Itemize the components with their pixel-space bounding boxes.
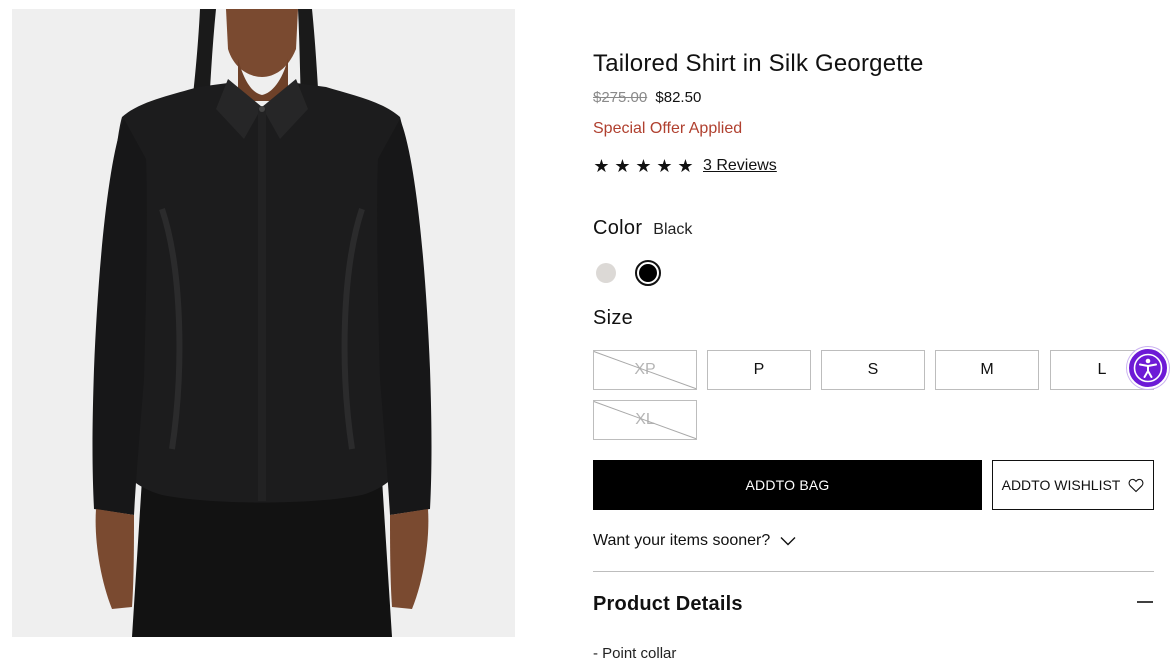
size-option-xp[interactable]: XP xyxy=(593,350,697,390)
price-row: $275.00 $82.50 xyxy=(593,89,701,106)
delivery-options-toggle[interactable]: Want your items sooner? xyxy=(593,532,796,550)
star-icon: ★ xyxy=(677,156,694,176)
minus-icon xyxy=(1137,601,1153,603)
delivery-options-label: Want your items sooner? xyxy=(593,532,771,549)
product-detail-item: - Point collar xyxy=(593,645,677,662)
rating-row: ★ ★ ★ ★ ★ 3 Reviews xyxy=(593,156,777,176)
color-swatch-light-grey[interactable] xyxy=(593,260,619,286)
chevron-down-icon xyxy=(780,537,796,546)
star-icon: ★ xyxy=(656,156,673,176)
product-title: Tailored Shirt in Silk Georgette xyxy=(593,50,924,77)
color-swatch-black[interactable] xyxy=(635,260,661,286)
star-icon: ★ xyxy=(593,156,610,176)
size-option-s[interactable]: S xyxy=(821,350,925,390)
special-offer-label: Special Offer Applied xyxy=(593,120,743,137)
section-divider xyxy=(593,571,1154,572)
accessibility-icon xyxy=(1133,353,1163,383)
color-swatches xyxy=(593,260,661,286)
size-option-p[interactable]: P xyxy=(707,350,811,390)
accessibility-button[interactable] xyxy=(1127,347,1169,389)
color-row: Color Black xyxy=(593,217,692,240)
star-icon: ★ xyxy=(635,156,652,176)
size-label: Size xyxy=(593,307,634,329)
product-photo xyxy=(12,9,515,637)
star-rating: ★ ★ ★ ★ ★ xyxy=(593,156,694,176)
swatch-fill xyxy=(639,264,657,282)
heart-icon xyxy=(1128,478,1144,492)
add-to-bag-button[interactable]: ADDTO BAG xyxy=(593,460,982,510)
product-image[interactable] xyxy=(12,9,515,637)
original-price: $275.00 xyxy=(593,89,648,106)
star-icon: ★ xyxy=(614,156,631,176)
size-option-m[interactable]: M xyxy=(935,350,1039,390)
product-details-toggle[interactable] xyxy=(1135,592,1155,612)
sale-price: $82.50 xyxy=(655,89,702,106)
add-to-wishlist-label: ADDTO WISHLIST xyxy=(1001,477,1121,493)
size-option-xl[interactable]: XL xyxy=(593,400,697,440)
selected-color-value: Black xyxy=(653,221,693,238)
add-to-wishlist-button[interactable]: ADDTO WISHLIST xyxy=(992,460,1154,510)
swatch-fill xyxy=(596,263,616,283)
product-details-heading: Product Details xyxy=(593,593,743,615)
color-label: Color xyxy=(593,217,643,239)
reviews-link[interactable]: 3 Reviews xyxy=(703,157,777,175)
